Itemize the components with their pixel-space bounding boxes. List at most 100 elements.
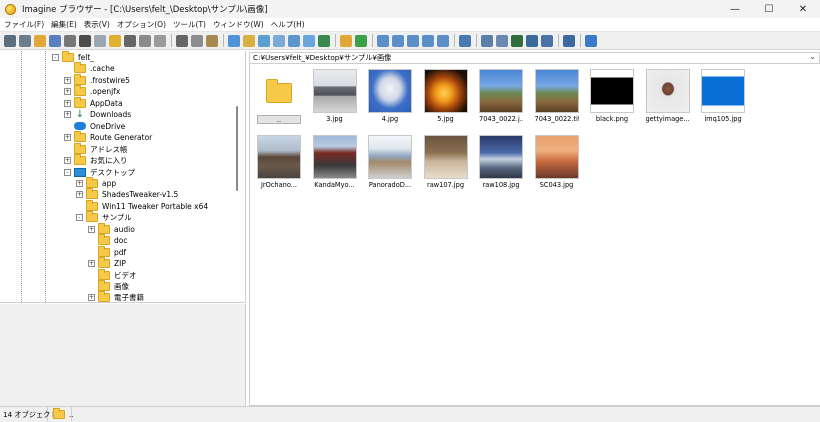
open-folder-icon[interactable] — [34, 34, 46, 47]
tree-item[interactable]: ビデオ — [88, 268, 137, 281]
capture-icon[interactable] — [526, 34, 538, 47]
details-icon[interactable] — [288, 34, 300, 47]
tree-item[interactable]: + AppData — [64, 96, 123, 109]
thumbnail-item[interactable]: 7043_0022.tif — [534, 66, 579, 124]
tree-item[interactable]: + ↓ Downloads — [64, 109, 131, 120]
preview-icon[interactable] — [303, 34, 315, 47]
expand-icon[interactable]: + — [76, 179, 83, 187]
thumbnail-item[interactable]: raw108.jpg — [479, 132, 523, 190]
menu-item[interactable]: ヘルプ(H) — [271, 19, 305, 30]
expand-icon[interactable]: + — [64, 99, 71, 107]
layout2-icon[interactable] — [392, 34, 404, 47]
cut-icon[interactable] — [124, 34, 136, 47]
collapse-icon[interactable]: - — [52, 54, 59, 61]
expand-icon[interactable]: + — [88, 294, 95, 302]
maximize-button[interactable]: ☐ — [752, 0, 786, 18]
rotate-icon[interactable] — [496, 34, 508, 47]
delete-icon[interactable] — [154, 34, 166, 47]
go-folder-icon[interactable] — [340, 34, 352, 47]
menu-item[interactable]: オプション(O) — [117, 19, 166, 30]
view-list-icon[interactable] — [243, 34, 255, 47]
expand-icon[interactable]: + — [64, 76, 71, 84]
thumbnail-item[interactable]: raw107.jpg — [423, 132, 468, 190]
expand-icon[interactable]: + — [64, 134, 71, 142]
thumbnail-item[interactable]: black.png — [590, 66, 634, 124]
path-bar[interactable]: C:¥Users¥felt_¥Desktop¥サンプル¥画像 ⌄ — [249, 52, 820, 64]
pen-icon[interactable] — [459, 34, 471, 47]
tree-item[interactable]: + ZIP — [88, 257, 126, 269]
new-folder-icon[interactable] — [109, 34, 121, 47]
expand-icon[interactable]: + — [64, 111, 71, 119]
image-icon[interactable] — [318, 34, 330, 47]
tree-item[interactable]: + ShadesTweaker-v1.5 — [76, 188, 178, 200]
thumbnail-item[interactable]: 7043_0022.j... — [479, 66, 523, 124]
tree-item[interactable]: + app — [76, 176, 116, 189]
print-icon[interactable] — [64, 34, 76, 47]
paste-icon[interactable] — [206, 34, 218, 47]
expand-icon[interactable]: + — [88, 225, 95, 233]
thumbnail-item[interactable]: gettyimage... — [645, 66, 690, 124]
tree-item[interactable]: アドレス帳 — [64, 142, 128, 155]
expand-icon[interactable]: + — [76, 191, 83, 199]
thumbnail-item[interactable]: KandaMyo... — [312, 132, 357, 190]
tree-item[interactable]: - felt_ — [52, 51, 94, 63]
tree-item[interactable]: 画像 — [88, 280, 129, 292]
save-icon[interactable] — [49, 34, 61, 47]
info-icon[interactable] — [79, 34, 91, 47]
collapse-icon[interactable]: - — [64, 168, 71, 176]
path-dropdown-icon[interactable]: ⌄ — [809, 52, 816, 61]
copy-icon[interactable] — [139, 34, 151, 47]
thumbnail-item[interactable]: PanoradoD... — [368, 132, 412, 190]
layout5-icon[interactable] — [437, 34, 449, 47]
help-icon[interactable] — [585, 34, 597, 47]
tree-item[interactable]: OneDrive — [64, 121, 125, 132]
tree-item[interactable]: + お気に入り — [64, 154, 128, 166]
tree-item[interactable]: pdf — [88, 245, 126, 258]
slideshow-icon[interactable] — [258, 34, 270, 47]
view-mode-icon[interactable] — [228, 34, 240, 47]
copy-file-icon[interactable] — [191, 34, 203, 47]
tree-item[interactable]: + Route Generator — [64, 131, 152, 143]
tree-scrollbar-thumb[interactable] — [236, 106, 238, 191]
batch-icon[interactable] — [511, 34, 523, 47]
menu-item[interactable]: ファイル(F) — [4, 19, 44, 30]
thumbnail-item[interactable]: .. — [257, 66, 301, 124]
expand-icon[interactable]: + — [64, 157, 71, 165]
eye-icon[interactable] — [4, 34, 16, 47]
expand-icon[interactable]: + — [64, 88, 71, 96]
menu-item[interactable]: 編集(E) — [51, 19, 77, 30]
thumbnail-item[interactable]: 3.jpg — [312, 66, 357, 124]
collapse-icon[interactable]: - — [76, 214, 83, 222]
tree-item[interactable]: + .frostwire5 — [64, 73, 130, 86]
thumbnail-item[interactable]: imq105.jpg — [701, 66, 745, 124]
layout4-icon[interactable] — [422, 34, 434, 47]
refresh-icon[interactable] — [19, 34, 31, 47]
tree-item[interactable]: + 電子書籍 — [88, 291, 144, 302]
layout3-icon[interactable] — [407, 34, 419, 47]
tree-item[interactable]: - サンプル — [76, 211, 132, 223]
tree-item[interactable]: doc — [88, 234, 127, 246]
edit-icon[interactable] — [541, 34, 553, 47]
sync-icon[interactable] — [355, 34, 367, 47]
thumbnail-view[interactable]: .. 3.jpg 4.jpg 5.jpg 7043_0022.j... 7043_0022… — [249, 64, 820, 406]
tree-item[interactable]: Win11 Tweaker Portable x64 — [76, 199, 208, 212]
layout1-icon[interactable] — [377, 34, 389, 47]
thumbnail-item[interactable]: JrOchano... — [257, 132, 301, 190]
tree-item[interactable]: .cache — [64, 62, 115, 74]
list-icon[interactable] — [94, 34, 106, 47]
scissors-icon[interactable] — [176, 34, 188, 47]
expand-icon[interactable]: + — [88, 260, 95, 268]
minimize-button[interactable]: — — [718, 0, 752, 18]
menu-item[interactable]: ツール(T) — [173, 19, 206, 30]
menu-item[interactable]: 表示(V) — [84, 19, 110, 30]
tree-item[interactable]: + .openjfx — [64, 85, 120, 97]
thumbnail-item[interactable]: SC043.jpg — [534, 132, 579, 190]
thumbnail-item[interactable]: 4.jpg — [368, 66, 412, 124]
tree-item[interactable]: - デスクトップ — [64, 167, 135, 178]
menu-item[interactable]: ウィンドウ(W) — [213, 19, 264, 30]
export-icon[interactable] — [563, 34, 575, 47]
convert-icon[interactable] — [481, 34, 493, 47]
folder-tree[interactable]: - felt_ .cache + .frostwire5 + .openjfx + AppDat… — [0, 51, 246, 303]
tree-item[interactable]: + audio — [88, 222, 135, 235]
close-button[interactable]: ✕ — [786, 0, 820, 18]
